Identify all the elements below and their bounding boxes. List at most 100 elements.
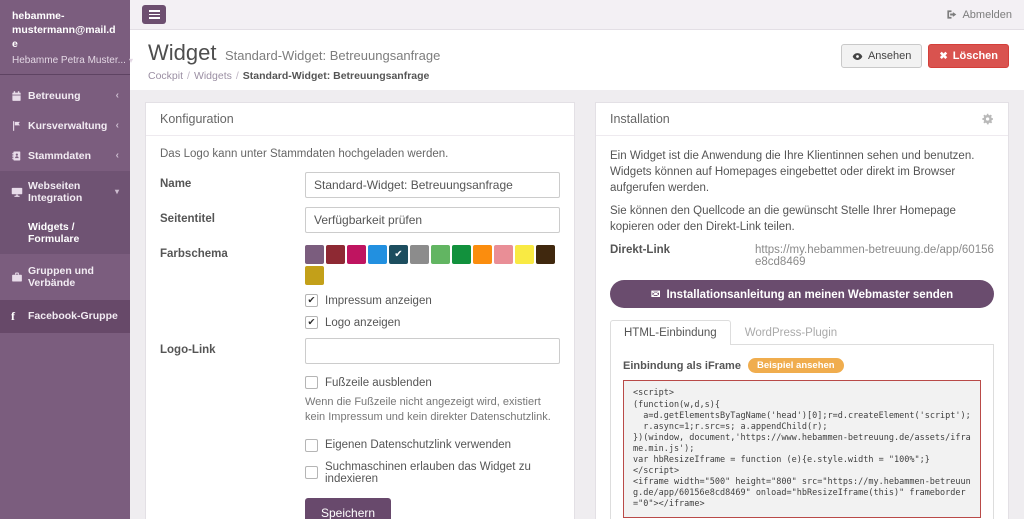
delete-button[interactable]: ✖ Löschen (928, 44, 1009, 68)
installation-intro-2: Sie können den Quellcode an die gewünsch… (610, 203, 994, 235)
view-button[interactable]: Ansehen (841, 44, 922, 68)
sidebar-item-betreuung[interactable]: Betreuung (0, 81, 130, 111)
color-swatch[interactable] (368, 245, 387, 264)
calendar-icon (11, 90, 28, 102)
color-scheme-label: Farbschema (160, 242, 305, 285)
sidebar-group-webseiten-integration: Webseiten Integration Widgets / Formular… (0, 171, 130, 254)
footer-checkbox-label: Fußzeile ausblenden (325, 377, 432, 389)
sidebar-item-facebook-gruppe[interactable]: f Facebook-Gruppe (0, 300, 130, 333)
address-book-icon (11, 150, 28, 162)
sidebar-item-label: Widgets / Formulare (28, 221, 79, 245)
logout-label: Abmelden (962, 9, 1012, 21)
sidebar-item-label: Stammdaten (28, 150, 91, 162)
installation-panel: Installation Ein Widget ist die Anwendun… (595, 102, 1009, 519)
sidebar-item-label: Gruppen und Verbände (28, 265, 119, 289)
logo-checkbox-label: Logo anzeigen (325, 317, 400, 329)
breadcrumb-cockpit[interactable]: Cockpit (148, 70, 183, 82)
color-swatch[interactable] (410, 245, 429, 264)
seo-checkbox-row[interactable]: Suchmaschinen erlauben das Widget zu ind… (305, 461, 560, 485)
footer-checkbox-row[interactable]: Fußzeile ausblenden (305, 376, 560, 389)
briefcase-icon (11, 271, 28, 283)
chevron-left-icon (116, 151, 119, 161)
logo-checkbox-row[interactable]: ✔ Logo anzeigen (305, 316, 560, 329)
chevron-down-icon (115, 187, 119, 197)
tab-wordpress-plugin[interactable]: WordPress-Plugin (731, 320, 851, 345)
color-swatch[interactable] (305, 266, 324, 285)
color-swatch[interactable] (494, 245, 513, 264)
privacy-checkbox[interactable] (305, 439, 318, 452)
installation-panel-title: Installation (610, 112, 670, 126)
user-email: hebamme-mustermann@mail.de (12, 9, 118, 52)
chevron-left-icon (116, 91, 119, 101)
page-subtitle: Standard-Widget: Betreuungsanfrage (225, 48, 440, 63)
save-button[interactable]: Speichern (305, 498, 391, 519)
envelope-icon: ✉ (651, 289, 661, 301)
gear-icon[interactable] (982, 113, 994, 125)
installation-intro-1: Ein Widget ist die Anwendung die Ihre Kl… (610, 148, 994, 196)
sidebar-item-label: Kursverwaltung (28, 120, 107, 132)
footer-help-text: Wenn die Fußzeile nicht angezeigt wird, … (305, 395, 560, 425)
color-swatch[interactable] (452, 245, 471, 264)
breadcrumb-widgets[interactable]: Widgets (194, 70, 232, 82)
color-swatch[interactable] (431, 245, 450, 264)
tab-html-einbindung[interactable]: HTML-Einbindung (610, 320, 731, 345)
configuration-panel: Konfiguration Das Logo kann unter Stammd… (145, 102, 575, 519)
name-input[interactable] (305, 172, 560, 198)
chevron-left-icon (116, 121, 119, 131)
user-menu[interactable]: hebamme-mustermann@mail.de Hebamme Petra… (0, 0, 130, 75)
page-header: Widget Standard-Widget: Betreuungsanfrag… (130, 30, 1024, 90)
color-swatches: ✔ (305, 242, 560, 285)
logout-button[interactable]: Abmelden (946, 9, 1012, 21)
sidebar-item-label: Facebook-Gruppe (28, 310, 118, 322)
iframe-example-badge[interactable]: Beispiel ansehen (748, 358, 844, 373)
desktop-icon (11, 186, 28, 198)
impressum-checkbox[interactable]: ✔ (305, 294, 318, 307)
seo-checkbox[interactable] (305, 466, 318, 479)
sidebar-item-kursverwaltung[interactable]: Kursverwaltung (0, 111, 130, 141)
color-swatch[interactable] (326, 245, 345, 264)
color-swatch-selected[interactable]: ✔ (389, 245, 408, 264)
sidebar-item-stammdaten[interactable]: Stammdaten (0, 141, 130, 171)
configuration-panel-title: Konfiguration (146, 103, 574, 136)
sidebar-item-widgets-formulare[interactable]: Widgets / Formulare (0, 213, 130, 254)
content-area: Konfiguration Das Logo kann unter Stammd… (130, 90, 1024, 519)
iframe-code-block: <script> (function(w,d,s){ a=d.getElemen… (623, 380, 981, 518)
impressum-checkbox-row[interactable]: ✔ Impressum anzeigen (305, 294, 560, 307)
caret-down-icon: ▾ (129, 56, 133, 65)
webmaster-button[interactable]: ✉Installationsanleitung an meinen Webmas… (610, 280, 994, 308)
name-label: Name (160, 172, 305, 198)
page-title-label: Seitentitel (160, 207, 305, 233)
x-icon: ✖ (939, 51, 947, 62)
page-title-input[interactable] (305, 207, 560, 233)
breadcrumb-current: Standard-Widget: Betreuungsanfrage (243, 70, 430, 82)
sidebar-item-gruppen-verbaende[interactable]: Gruppen und Verbände (0, 256, 130, 298)
page-title: Widget (148, 40, 216, 65)
footer-checkbox[interactable] (305, 376, 318, 389)
color-swatch[interactable] (536, 245, 555, 264)
sidebar-toggle-button[interactable] (142, 5, 166, 24)
facebook-icon: f (11, 309, 28, 324)
logo-link-label: Logo-Link (160, 338, 305, 364)
embed-tab-content: Einbindung als iFrame Beispiel ansehen <… (610, 345, 994, 519)
flag-icon (11, 120, 28, 132)
breadcrumb: Cockpit/Widgets/Standard-Widget: Betreuu… (148, 70, 1006, 82)
color-swatch[interactable] (515, 245, 534, 264)
eye-icon (852, 51, 863, 62)
color-swatch[interactable] (347, 245, 366, 264)
sidebar-item-label: Webseiten Integration (28, 180, 115, 204)
color-swatch[interactable] (305, 245, 324, 264)
privacy-checkbox-row[interactable]: Eigenen Datenschutzlink verwenden (305, 439, 560, 452)
seo-checkbox-label: Suchmaschinen erlauben das Widget zu ind… (325, 461, 560, 485)
sidebar-item-webseiten-integration[interactable]: Webseiten Integration (0, 171, 130, 213)
direct-link-label: Direkt-Link (610, 244, 755, 268)
iframe-section-heading: Einbindung als iFrame (623, 360, 741, 372)
sidebar-menu: Betreuung Kursverwaltung Stammdaten Webs… (0, 75, 130, 333)
logo-checkbox[interactable]: ✔ (305, 316, 318, 329)
sidebar-item-label: Betreuung (28, 90, 81, 102)
privacy-checkbox-label: Eigenen Datenschutzlink verwenden (325, 439, 511, 451)
logo-link-input[interactable] (305, 338, 560, 364)
user-name: Hebamme Petra Muster...▾ (12, 55, 118, 66)
direct-link-value[interactable]: https://my.hebammen-betreuung.de/app/601… (755, 244, 994, 268)
color-swatch[interactable] (473, 245, 492, 264)
impressum-checkbox-label: Impressum anzeigen (325, 295, 432, 307)
